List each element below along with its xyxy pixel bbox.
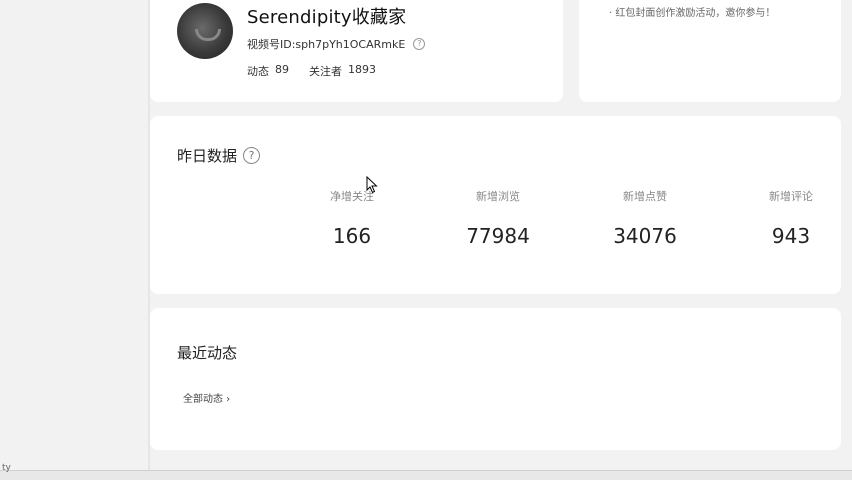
metric-value: 77984 bbox=[466, 224, 530, 248]
help-icon[interactable]: ? bbox=[413, 38, 426, 50]
page: Serendipity收藏家 视频号ID: sph7pYh1OCARmkE ? … bbox=[0, 0, 852, 480]
avatar-glyph-icon bbox=[195, 29, 221, 41]
profile-name: Serendipity收藏家 bbox=[247, 7, 407, 28]
posts-label: 动态 bbox=[247, 65, 269, 78]
taskbar-strip: ty bbox=[0, 463, 852, 480]
metric-new-comments: 新增评论 943 bbox=[741, 188, 841, 248]
footer-fragment: ty bbox=[2, 463, 11, 473]
metric-label: 净增关注 bbox=[330, 190, 374, 203]
profile-id-label: 视频号ID: bbox=[247, 38, 296, 51]
metric-new-views: 新增浏览 77984 bbox=[448, 188, 548, 248]
notice-text[interactable]: · 红包封面创作激励活动，邀你参与！ bbox=[609, 4, 775, 19]
metric-value: 34076 bbox=[613, 224, 677, 248]
recent-posts-title-text: 最近动态 bbox=[177, 344, 238, 362]
all-posts-link[interactable]: 全部动态 › bbox=[183, 390, 230, 405]
followers-count: 1893 bbox=[348, 63, 376, 76]
avatar[interactable] bbox=[177, 3, 233, 59]
metric-net-follows: 净增关注 166 bbox=[302, 188, 402, 248]
metric-value: 943 bbox=[771, 224, 811, 248]
help-icon[interactable]: ? bbox=[243, 147, 261, 164]
metric-new-likes: 新增点赞 34076 bbox=[595, 188, 695, 248]
yesterday-data-title-text: 昨日数据 bbox=[177, 147, 238, 165]
profile-stats: 动态 89 关注者 1893 bbox=[247, 63, 376, 79]
metric-value: 166 bbox=[332, 224, 372, 248]
posts-count: 89 bbox=[275, 63, 289, 76]
metric-label: 新增评论 bbox=[769, 190, 813, 203]
profile-id-value: sph7pYh1OCARmkE bbox=[295, 37, 406, 51]
recent-posts-card: 最近动态 全部动态 › bbox=[150, 308, 841, 450]
notice-card: · 红包封面创作激励活动，邀你参与！ bbox=[579, 0, 841, 102]
metric-label: 新增点赞 bbox=[623, 190, 667, 203]
followers-label: 关注者 bbox=[309, 65, 342, 78]
profile-id-row: 视频号ID: sph7pYh1OCARmkE ? bbox=[247, 36, 426, 52]
profile-card: Serendipity收藏家 视频号ID: sph7pYh1OCARmkE ? … bbox=[150, 0, 563, 102]
yesterday-data-card: 昨日数据 ? 净增关注 166 新增浏览 77984 新增点赞 34076 新增… bbox=[150, 116, 841, 294]
recent-posts-title: 最近动态 bbox=[177, 342, 237, 363]
yesterday-data-title: 昨日数据 ? bbox=[177, 145, 261, 166]
metric-label: 新增浏览 bbox=[476, 190, 520, 203]
